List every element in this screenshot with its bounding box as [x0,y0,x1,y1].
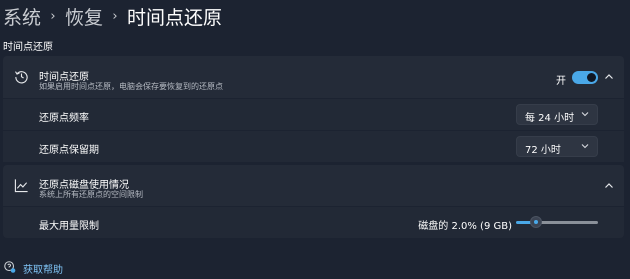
restore-toggle-label: 开 [556,76,566,87]
breadcrumb: 系统 › 恢复 › 时间点还原 [3,2,222,30]
retention-row: 还原点保留期 72 小时 [3,131,624,162]
slider-thumb[interactable] [530,216,542,228]
frequency-row: 还原点频率 每 24 小时 [3,99,624,130]
page-title: 时间点还原 [127,6,223,29]
retention-label: 还原点保留期 [39,145,99,156]
restore-card-header[interactable]: 时间点还原 如果启用时间点还原，电脑会保存要恢复到的还原点 开 [3,56,624,98]
slider-track [536,221,598,224]
chevron-up-icon[interactable] [604,181,614,191]
help-icon [4,261,16,273]
breadcrumb-separator-icon: › [112,8,118,24]
disk-usage-card-header[interactable]: 还原点磁盘使用情况 系统上所有还原点的空间限制 [3,165,624,206]
max-usage-slider[interactable] [516,216,598,229]
max-usage-row: 最大用量限制 磁盘的 2.0% (9 GB) [3,207,624,238]
disk-usage-description: 系统上所有还原点的空间限制 [39,190,143,199]
restore-description: 如果启用时间点还原，电脑会保存要恢复到的还原点 [39,82,223,91]
breadcrumb-item-system[interactable]: 系统 [3,3,41,30]
chart-line-icon [14,179,28,193]
breadcrumb-item-recovery[interactable]: 恢复 [65,3,103,30]
max-usage-value: 磁盘的 2.0% (9 GB) [418,221,512,232]
max-usage-label: 最大用量限制 [39,221,99,232]
chevron-down-icon [581,112,589,117]
frequency-value: 每 24 小时 [525,113,575,124]
retention-select[interactable]: 72 小时 [516,136,598,157]
frequency-label: 还原点频率 [39,113,89,124]
section-label: 时间点还原 [3,42,53,53]
retention-value: 72 小时 [525,145,561,156]
history-icon [15,71,28,84]
frequency-select[interactable]: 每 24 小时 [516,104,598,125]
restore-toggle[interactable] [572,71,598,84]
breadcrumb-separator-icon: › [50,8,56,24]
chevron-up-icon[interactable] [604,72,614,82]
get-help-link[interactable]: 获取帮助 [23,261,63,276]
chevron-down-icon [581,144,589,149]
